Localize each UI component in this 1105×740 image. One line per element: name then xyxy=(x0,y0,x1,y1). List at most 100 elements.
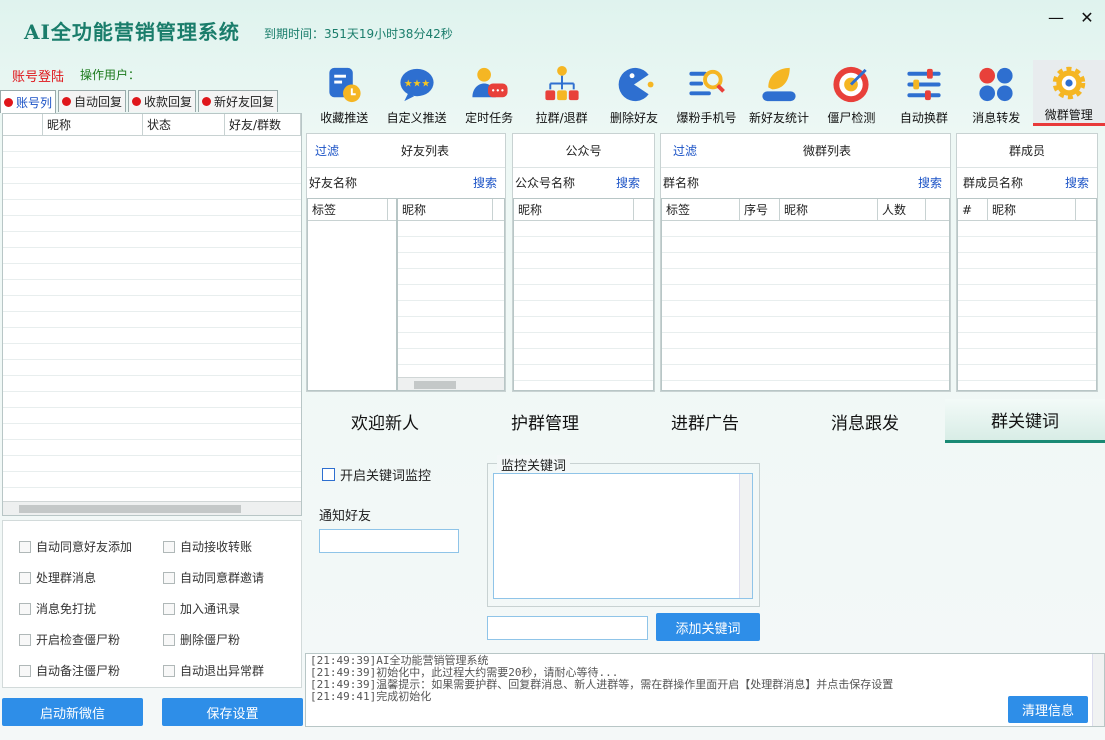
tab-group-protection[interactable]: 护群管理 xyxy=(465,399,625,443)
tab-payment-reply[interactable]: 收款回复 xyxy=(128,90,197,112)
status-dot-icon xyxy=(4,97,13,107)
opt-remark-zombie[interactable]: 自动备注僵尸粉 xyxy=(19,662,163,679)
svg-text:★★★: ★★★ xyxy=(404,78,430,89)
left-options-panel: 自动同意好友添加 自动接收转账 处理群消息 自动同意群邀请 消息免打扰 加入通讯… xyxy=(2,520,302,688)
toolbar-item-pull-exit-group[interactable]: 拉群/退群 xyxy=(525,60,597,126)
friend-tag-table[interactable]: 标签 xyxy=(307,198,397,391)
toolbar-label: 自定义推送 xyxy=(386,111,447,125)
notify-friend-label: 通知好友 xyxy=(319,509,372,524)
col-nickname: 昵称 xyxy=(398,199,493,220)
checkbox[interactable] xyxy=(163,602,175,615)
toolbar-item-group-manage[interactable]: 微群管理 xyxy=(1032,60,1105,126)
opt-auto-accept-friend[interactable]: 自动同意好友添加 xyxy=(19,538,163,555)
toolbar-item-delete-friend[interactable]: 删除好友 xyxy=(598,60,670,126)
tab-group-keywords[interactable]: 群关键词 xyxy=(945,399,1105,443)
toolbar-label: 消息转发 xyxy=(972,111,1021,125)
checkbox[interactable] xyxy=(19,571,31,584)
opt-handle-group-msg[interactable]: 处理群消息 xyxy=(19,569,163,586)
toolbar-label: 僵尸检测 xyxy=(827,111,876,125)
group-sub-tabs: 欢迎新人 护群管理 进群广告 消息跟发 群关键词 xyxy=(305,399,1105,443)
groups-table[interactable]: 标签 序号 昵称 人数 xyxy=(661,198,950,391)
col-tag: 标签 xyxy=(308,199,388,220)
four-dots-icon xyxy=(979,67,1013,102)
person-chat-icon: ••• xyxy=(472,67,508,98)
account-table-scrollbar[interactable] xyxy=(3,501,301,515)
groups-filter-link[interactable]: 过滤 xyxy=(673,142,803,159)
checkbox[interactable] xyxy=(19,602,31,615)
expire-time: 到期时间：351天19小时38分42秒 xyxy=(264,27,453,41)
official-name-label: 公众号名称 xyxy=(515,176,576,190)
friends-panel: 过滤 好友列表 好友名称 搜索 标签 昵称 xyxy=(306,133,506,392)
col-nickname: 昵称 xyxy=(780,199,878,220)
official-accounts-table[interactable]: 昵称 xyxy=(513,198,654,391)
checkbox[interactable] xyxy=(163,540,175,553)
notify-friend-input[interactable] xyxy=(319,529,459,553)
textarea-scrollbar[interactable] xyxy=(739,474,752,598)
tab-account-list[interactable]: 账号列 xyxy=(0,90,57,113)
members-search-link[interactable]: 搜索 xyxy=(1065,174,1089,198)
opt-auto-exit-abnormal-group[interactable]: 自动退出异常群 xyxy=(163,662,307,679)
clear-log-button[interactable]: 清理信息 xyxy=(1008,696,1088,723)
log-scrollbar[interactable] xyxy=(1092,654,1104,726)
checkbox[interactable] xyxy=(163,571,175,584)
toolbar-item-message-forward[interactable]: 消息转发 xyxy=(960,60,1032,126)
minimize-button[interactable]: — xyxy=(1046,8,1066,27)
friends-search-link[interactable]: 搜索 xyxy=(473,174,497,198)
toolbar-item-favorites-push[interactable]: 收藏推送 xyxy=(308,60,380,126)
monitor-keywords-textarea[interactable] xyxy=(493,473,753,599)
col-nickname: 昵称 xyxy=(514,199,634,220)
status-dot-icon xyxy=(132,97,142,106)
opt-delete-zombie[interactable]: 删除僵尸粉 xyxy=(163,631,307,648)
friend-list-table[interactable]: 昵称 xyxy=(397,198,505,391)
checkbox[interactable] xyxy=(163,664,175,677)
tab-message-follow[interactable]: 消息跟发 xyxy=(785,399,945,443)
toolbar-label: 自动换群 xyxy=(899,111,948,125)
groups-list-title: 微群列表 xyxy=(803,144,852,158)
col-nickname: 昵称 xyxy=(43,114,143,135)
toolbar-label: 拉群/退群 xyxy=(535,111,588,125)
checkbox[interactable] xyxy=(163,633,175,646)
tab-welcome-newcomer[interactable]: 欢迎新人 xyxy=(305,399,465,443)
toolbar-label: 新好友统计 xyxy=(748,111,809,125)
official-accounts-panel: 公众号 公众号名称 搜索 昵称 xyxy=(512,133,655,392)
col-count: 人数 xyxy=(878,199,926,220)
toolbar-item-zombie-check[interactable]: 僵尸检测 xyxy=(815,60,887,126)
opt-check-zombie[interactable]: 开启检查僵尸粉 xyxy=(19,631,163,648)
opt-auto-receive-transfer[interactable]: 自动接收转账 xyxy=(163,538,307,555)
save-settings-button[interactable]: 保存设置 xyxy=(162,698,303,726)
account-table[interactable]: 昵称 状态 好友/群数 xyxy=(2,113,302,516)
friend-list-scrollbar[interactable] xyxy=(398,377,504,390)
friends-filter-link[interactable]: 过滤 xyxy=(315,142,401,159)
member-name-label: 群成员名称 xyxy=(963,176,1024,190)
add-keyword-button[interactable]: 添加关键词 xyxy=(656,613,760,641)
toolbar-item-custom-push[interactable]: ★★★ 自定义推送 xyxy=(380,60,452,126)
friend-name-label: 好友名称 xyxy=(309,176,358,190)
checkbox[interactable] xyxy=(19,540,31,553)
tab-join-group-ad[interactable]: 进群广告 xyxy=(625,399,785,443)
toolbar-item-auto-switch-group[interactable]: 自动换群 xyxy=(888,60,960,126)
official-search-link[interactable]: 搜索 xyxy=(616,174,640,198)
opt-auto-accept-group-invite[interactable]: 自动同意群邀请 xyxy=(163,569,307,586)
checkbox[interactable] xyxy=(19,664,31,677)
main-toolbar: 收藏推送 ★★★ 自定义推送 ••• 定时任务 拉群/退群 删除好友 爆粉手机号… xyxy=(308,60,1105,126)
close-button[interactable]: ✕ xyxy=(1077,8,1097,27)
toolbar-item-scheduled-task[interactable]: ••• 定时任务 xyxy=(453,60,525,126)
toolbar-item-new-friend-stats[interactable]: 新好友统计 xyxy=(743,60,815,126)
col-index: 序号 xyxy=(740,199,780,220)
opt-add-contacts[interactable]: 加入通讯录 xyxy=(163,600,307,617)
tab-auto-reply[interactable]: 自动回复 xyxy=(58,90,127,112)
checkbox[interactable] xyxy=(322,468,335,481)
groups-search-link[interactable]: 搜索 xyxy=(918,174,942,198)
start-new-wechat-button[interactable]: 启动新微信 xyxy=(2,698,143,726)
keyword-input[interactable] xyxy=(487,616,648,640)
opt-do-not-disturb[interactable]: 消息免打扰 xyxy=(19,600,163,617)
checkbox[interactable] xyxy=(19,633,31,646)
members-table[interactable]: # 昵称 xyxy=(957,198,1097,391)
toolbar-label: 定时任务 xyxy=(465,111,514,125)
target-icon xyxy=(833,66,869,103)
enable-keyword-monitor[interactable]: 开启关键词监控 xyxy=(322,465,431,484)
tab-new-friend-reply[interactable]: 新好友回复 xyxy=(198,90,279,112)
toolbar-item-phone-fans[interactable]: 爆粉手机号 xyxy=(670,60,742,126)
operator-label: 操作用户： xyxy=(80,68,141,82)
members-panel: 群成员 群成员名称 搜索 # 昵称 xyxy=(956,133,1098,392)
